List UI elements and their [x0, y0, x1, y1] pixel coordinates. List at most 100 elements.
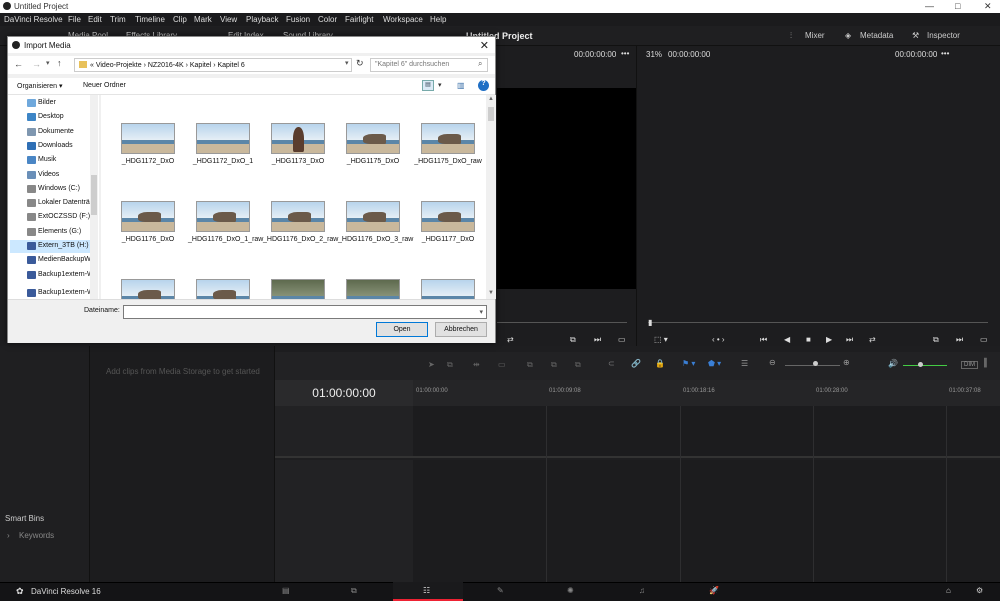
volume-slider-handle[interactable] — [918, 362, 923, 367]
filename-dropdown-icon[interactable]: ▾ — [479, 308, 483, 316]
nav-item[interactable]: Videos — [10, 169, 94, 182]
file-scrollbar-thumb[interactable] — [488, 107, 494, 121]
marker-icon[interactable]: ⬟ ▾ — [708, 359, 721, 368]
file-name[interactable]: _HDG1176_DxO — [113, 235, 183, 244]
file-thumbnail[interactable] — [346, 279, 400, 299]
up-arrow-icon[interactable]: ↑ — [57, 58, 62, 68]
nav-item[interactable]: Dokumente — [10, 126, 94, 139]
volume-icon[interactable]: 🔊 — [888, 359, 898, 368]
file-name[interactable]: _HDG1177_DxO — [413, 235, 483, 244]
playhead-marker-icon[interactable]: ▮ — [648, 318, 652, 327]
nav-item[interactable]: Windows (C:) — [10, 183, 94, 196]
file-name[interactable]: _HDG1172_DxO_1 — [188, 157, 258, 166]
video-track-header[interactable] — [275, 406, 413, 458]
view-mode-icon[interactable]: ▤ — [422, 80, 434, 91]
scroll-down-icon[interactable]: ▼ — [488, 290, 494, 296]
file-thumbnail[interactable] — [196, 279, 250, 299]
cut-page-icon[interactable]: ⧉ — [351, 586, 357, 596]
nav-item[interactable]: MedienBackupW — [10, 254, 94, 267]
play-icon[interactable]: ▶ — [826, 335, 832, 344]
nav-item[interactable]: Bilder — [10, 97, 94, 110]
source-fullscreen-icon[interactable]: ▭ — [618, 335, 626, 344]
nav-item[interactable]: Desktop — [10, 111, 94, 124]
breadcrumb-path[interactable]: « Video-Projekte › NZ2016-4K › Kapitel ›… — [90, 62, 245, 69]
file-name[interactable]: _HDG1175_DxO — [338, 157, 408, 166]
organize-button[interactable]: Organisieren ▾ — [17, 82, 63, 90]
menu-clip[interactable]: Clip — [173, 15, 187, 24]
next-clip-icon[interactable]: ⏭ — [594, 335, 601, 345]
menu-timeline[interactable]: Timeline — [135, 15, 165, 24]
dynamic-trim-icon[interactable]: ⇹ — [473, 360, 480, 369]
nav-item[interactable]: Lokaler Datenträ — [10, 197, 94, 210]
menu-davinci[interactable]: DaVinci Resolve — [4, 15, 63, 24]
file-thumbnail[interactable] — [121, 279, 175, 299]
close-icon[interactable]: ✕ — [480, 39, 489, 52]
lock-icon[interactable]: 🔒 — [655, 359, 665, 368]
blade-tool-icon[interactable]: ▭ — [498, 360, 506, 369]
file-thumbnail[interactable] — [346, 123, 400, 154]
nav-scrollbar[interactable] — [90, 95, 98, 299]
menu-trim[interactable]: Trim — [110, 15, 126, 24]
deliver-page-icon[interactable]: 🚀 — [709, 586, 719, 595]
new-folder-button[interactable]: Neuer Ordner — [83, 82, 126, 89]
source-options-icon[interactable]: ••• — [621, 49, 629, 58]
file-thumbnail[interactable] — [271, 123, 325, 154]
file-thumbnail[interactable] — [421, 123, 475, 154]
snapping-icon[interactable]: ⊂ — [608, 359, 615, 368]
cancel-button[interactable]: Abbrechen — [435, 322, 487, 337]
search-input[interactable]: "Kapitel 6" durchsuchen — [370, 58, 488, 72]
file-name[interactable]: _HDG1173_DxO — [263, 157, 333, 166]
zoom-in-icon[interactable]: ⊕ — [843, 358, 850, 367]
file-thumbnail[interactable] — [421, 279, 475, 299]
edit-page-icon[interactable]: ☷ — [423, 586, 430, 595]
replace-clip-icon[interactable]: ⧉ — [575, 360, 581, 370]
close-window-button[interactable]: ✕ — [984, 1, 992, 12]
nav-item[interactable]: Elements (G:) — [10, 226, 94, 239]
volume-slider[interactable] — [903, 365, 947, 366]
source-viewer-screen[interactable] — [497, 88, 636, 289]
maximize-button[interactable]: □ — [955, 1, 960, 11]
file-name[interactable]: _HDG1172_DxO — [113, 157, 183, 166]
flag-icon[interactable]: ⚑ ▾ — [682, 359, 695, 368]
file-name[interactable]: _HDG1175_DxO_raw — [413, 157, 483, 166]
menu-file[interactable]: File — [68, 15, 81, 24]
timeline-loop-icon[interactable]: ⇄ — [869, 335, 876, 344]
jump-start-icon[interactable]: ⏮ — [760, 335, 767, 345]
minimize-button[interactable]: — — [925, 1, 934, 11]
menu-color[interactable]: Color — [318, 15, 337, 24]
breadcrumb[interactable]: « Video-Projekte › NZ2016-4K › Kapitel ›… — [74, 58, 352, 72]
file-name[interactable]: _HDG1176_DxO_2_raw — [263, 235, 338, 244]
file-scrollbar[interactable]: ▲ ▼ — [486, 95, 496, 299]
overwrite-clip-icon[interactable]: ⧉ — [551, 360, 557, 370]
menu-playback[interactable]: Playback — [246, 15, 278, 24]
source-scrubber[interactable] — [497, 322, 627, 323]
help-icon[interactable]: ? — [478, 80, 489, 91]
link-icon[interactable]: 🔗 — [631, 359, 641, 368]
play-reverse-icon[interactable]: ◀ — [784, 335, 790, 344]
file-thumbnail[interactable] — [271, 279, 325, 299]
zoom-slider-handle[interactable] — [813, 361, 818, 366]
timeline-next-clip-icon[interactable]: ⏭ — [956, 335, 963, 345]
zoom-level[interactable]: 31% — [646, 50, 662, 59]
nav-item[interactable]: Extern_3TB (H:) — [10, 240, 94, 253]
file-thumbnail[interactable] — [196, 201, 250, 232]
viewer-options-icon[interactable]: ••• — [941, 49, 949, 58]
refresh-icon[interactable]: ↻ — [356, 58, 364, 69]
fusion-page-icon[interactable]: ✎ — [497, 586, 504, 595]
recent-dropdown-icon[interactable]: ▾ — [46, 59, 50, 67]
file-thumbnail[interactable] — [196, 123, 250, 154]
clip-view-icon[interactable]: ☰ — [741, 359, 748, 368]
menu-fairlight[interactable]: Fairlight — [345, 15, 373, 24]
nav-item[interactable]: ExtOCZSSD (F:) — [10, 211, 94, 224]
stop-icon[interactable]: ■ — [806, 335, 811, 344]
nav-item[interactable]: Backup1extern-W — [10, 287, 94, 299]
audio-track[interactable] — [413, 460, 1000, 582]
mixer-button[interactable]: Mixer — [805, 31, 825, 40]
home-icon[interactable]: ⌂ — [946, 586, 951, 595]
address-dropdown-icon[interactable]: ▾ — [345, 59, 349, 67]
nav-item[interactable]: Musik — [10, 154, 94, 167]
search-icon[interactable]: ⌕ — [478, 59, 482, 69]
zoom-out-icon[interactable]: ⊖ — [769, 358, 776, 367]
nav-scrollbar-thumb[interactable] — [91, 175, 97, 215]
metadata-button[interactable]: Metadata — [860, 31, 893, 40]
